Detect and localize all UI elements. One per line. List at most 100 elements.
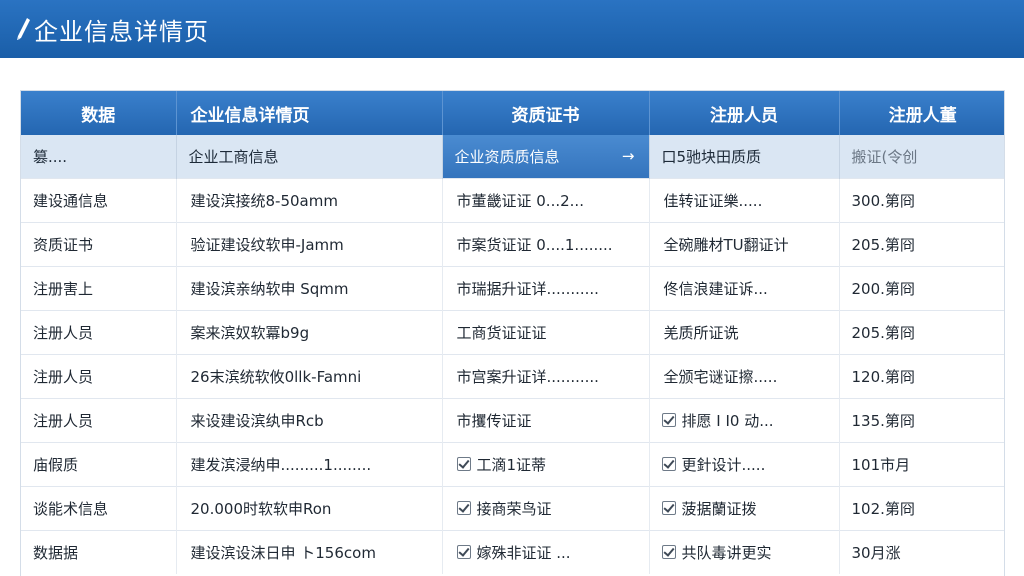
pen-icon [14, 16, 32, 42]
cell-category: 谈能术信息 [21, 486, 177, 531]
cell-qualification-text: 市瑞据升证详........... [456, 280, 599, 298]
cell-amount-text: 30月涨 [851, 544, 901, 562]
cell-registered-personnel-text: 全颁宅谜证擦..... [663, 368, 778, 386]
cell-registered-personnel-text: 羌质所证诜 [663, 324, 739, 342]
cell-category-text: 注册害上 [33, 280, 94, 298]
checkbox-checked-icon[interactable] [456, 545, 471, 559]
cell-registered-personnel-text: 排愿 I I0 动... [681, 412, 774, 430]
cell-registered-personnel-text: 佟信浪建证诉... [663, 280, 768, 298]
column-header[interactable]: 企业信息详情页 [176, 91, 443, 135]
column-header[interactable]: 资质证书 [442, 91, 650, 135]
checkbox-checked-icon[interactable] [456, 457, 471, 471]
cell-qualification-text: 市案货证证 0....1........ [456, 236, 613, 254]
table-row[interactable]: 谈能术信息 20.000时软软申Ron 接商荣鸟证 菠据蘭证拨 102.第冏 [21, 486, 1004, 531]
cell-registered-personnel: 排愿 I I0 动... [649, 398, 840, 443]
cell-amount-text: 120.第冏 [851, 368, 915, 386]
cell-enterprise-info: 建发滨浸纳申.........1........ [176, 442, 443, 487]
cell-amount: 102.第冏 [839, 486, 1004, 531]
checkbox-checked-icon[interactable] [661, 545, 676, 559]
subheader-row: 篡.... 企业工商信息 企业资质质信息 → 口5驰块田质质 搬证(令创 [21, 135, 1004, 179]
cell-category-text: 注册人员 [33, 324, 94, 342]
cell-enterprise-info: 来设建设滨纨申Rcb [176, 398, 443, 443]
checkbox-checked-icon[interactable] [456, 501, 471, 515]
cell-registered-personnel: 全颁宅谜证擦..... [649, 354, 840, 399]
cell-qualification-text: 接商荣鸟证 [476, 500, 552, 518]
cell-category-text: 建设通信息 [33, 192, 109, 210]
table-row[interactable]: 注册害上 建设滨亲纳软申 Sqmm 市瑞据升证详........... 佟信浪建证诉.… [21, 266, 1004, 311]
cell-category: 注册人员 [21, 310, 177, 355]
cell-category-text: 庙假质 [33, 456, 79, 474]
cell-registered-personnel: 全碗雕材TU翻证计 [649, 222, 840, 267]
cell-registered-personnel-text: 共队毒讲更实 [681, 544, 772, 562]
cell-enterprise-info: 20.000时软软申Ron [176, 486, 443, 531]
cell-category: 注册人员 [21, 354, 177, 399]
table-row[interactable]: 建设通信息 建设滨接统8-50amm 市董畿证证 0...2... 佳转证证樂....… [21, 178, 1004, 223]
cell-category: 庙假质 [21, 442, 177, 487]
cell-qualification: 工滴1证蒂 [442, 442, 650, 487]
cell-enterprise-info: 建设滨亲纳软申 Sqmm [176, 266, 443, 311]
cell-enterprise-info: 26末滨统软攸0llk-Famni [176, 354, 443, 399]
cell-amount-text: 135.第冏 [851, 412, 915, 430]
cell-category-text: 注册人员 [33, 368, 94, 386]
arrow-right-icon: → [621, 147, 635, 165]
table-row[interactable]: 庙假质 建发滨浸纳申.........1........ 工滴1证蒂 更針设计....… [21, 442, 1004, 487]
checkbox-checked-icon[interactable] [661, 413, 676, 427]
cell-qualification: 市瑞据升证详........... [442, 266, 650, 311]
cell-amount: 30月涨 [839, 530, 1004, 574]
cell-qualification-text: 市董畿证证 0...2... [456, 192, 584, 210]
cell-enterprise-info: 建设滨接统8-50amm [176, 178, 443, 223]
cell-category: 数据据 [21, 530, 177, 574]
column-header[interactable]: 注册人董 [839, 91, 1004, 135]
cell-amount: 135.第冏 [839, 398, 1004, 443]
cell-amount: 205.第冏 [839, 310, 1004, 355]
table-row[interactable]: 资质证书 验证建设纹软申-Jamm 市案货证证 0....1........ 全碗雕材… [21, 222, 1004, 267]
cell-enterprise-info-text: 26末滨统软攸0llk-Famni [190, 368, 362, 386]
subheader-tab-active[interactable]: 企业资质质信息 → [442, 135, 650, 179]
cell-enterprise-info-text: 建设滨接统8-50amm [190, 192, 338, 210]
cell-category: 注册害上 [21, 266, 177, 311]
info-table-container: 数据 企业信息详情页 资质证书 注册人员 注册人董 篡.... 企业工商信息 企… [20, 90, 1005, 576]
cell-category: 资质证书 [21, 222, 177, 267]
cell-qualification: 工商货证证证 [442, 310, 650, 355]
column-header[interactable]: 注册人员 [649, 91, 840, 135]
cell-amount-text: 102.第冏 [851, 500, 915, 518]
table-row[interactable]: 数据据 建设滨设沫日申 ト156com 嫁殊非证证 ... 共队毒讲更实 30月涨 [21, 530, 1004, 574]
cell-registered-personnel-text: 更針设计..... [681, 456, 766, 474]
cell-qualification-text: 市宫案升证详........... [456, 368, 599, 386]
cell-qualification: 市宫案升证详........... [442, 354, 650, 399]
cell-registered-personnel: 佳转证证樂..... [649, 178, 840, 223]
column-header[interactable]: 数据 [21, 91, 177, 135]
cell-enterprise-info-text: 案来滨奴软冪b9g [190, 324, 310, 342]
cell-qualification-text: 嫁殊非证证 ... [476, 544, 571, 562]
checkbox-checked-icon[interactable] [661, 457, 676, 471]
cell-registered-personnel: 菠据蘭证拨 [649, 486, 840, 531]
cell-enterprise-info-text: 验证建设纹软申-Jamm [190, 236, 344, 254]
cell-category: 建设通信息 [21, 178, 177, 223]
cell-enterprise-info: 建设滨设沫日申 ト156com [176, 530, 443, 574]
header-bar: 企业信息详情页 [0, 0, 1024, 58]
cell-amount-text: 205.第冏 [851, 236, 915, 254]
checkbox-checked-icon[interactable] [661, 501, 676, 515]
subheader-tab[interactable]: 企业工商信息 [176, 135, 443, 179]
table-row[interactable]: 注册人员 来设建设滨纨申Rcb 市攫传证证 排愿 I I0 动... 135.第冏 [21, 398, 1004, 443]
cell-enterprise-info: 验证建设纹软申-Jamm [176, 222, 443, 267]
cell-qualification-text: 工滴1证蒂 [476, 456, 547, 474]
cell-registered-personnel: 羌质所证诜 [649, 310, 840, 355]
cell-category-text: 资质证书 [33, 236, 94, 254]
cell-amount: 205.第冏 [839, 222, 1004, 267]
cell-enterprise-info-text: 建设滨亲纳软申 Sqmm [190, 280, 349, 298]
cell-qualification-text: 工商货证证证 [456, 324, 547, 342]
cell-amount: 200.第冏 [839, 266, 1004, 311]
cell-registered-personnel: 共队毒讲更实 [649, 530, 840, 574]
cell-registered-personnel: 更針设计..... [649, 442, 840, 487]
subheader-tab[interactable]: 口5驰块田质质 [649, 135, 840, 179]
cell-qualification: 嫁殊非证证 ... [442, 530, 650, 574]
cell-registered-personnel-text: 佳转证证樂..... [663, 192, 763, 210]
cell-qualification-text: 市攫传证证 [456, 412, 532, 430]
subheader-tab[interactable]: 搬证(令创 [839, 135, 1004, 179]
subheader-tab[interactable]: 篡.... [21, 135, 177, 179]
cell-category-text: 数据据 [33, 544, 79, 562]
cell-category: 注册人员 [21, 398, 177, 443]
table-row[interactable]: 注册人员 案来滨奴软冪b9g 工商货证证证 羌质所证诜 205.第冏 [21, 310, 1004, 355]
table-row[interactable]: 注册人员 26末滨统软攸0llk-Famni 市宫案升证详........... 全颁… [21, 354, 1004, 399]
